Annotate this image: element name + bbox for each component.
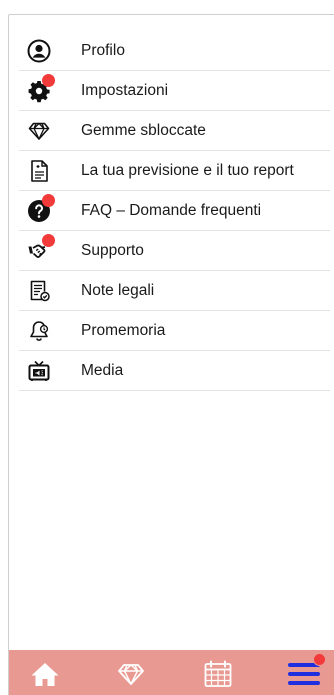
menu-item-promemoria[interactable]: Promemoria	[19, 311, 330, 351]
notification-badge	[313, 653, 326, 666]
question-circle-icon	[27, 194, 55, 223]
menu-item-label: Promemoria	[81, 322, 166, 339]
menu-item-label: Impostazioni	[81, 82, 169, 99]
menu-item-faq[interactable]: FAQ – Domande frequenti	[19, 191, 330, 231]
gem-icon	[27, 119, 51, 143]
calendar-icon	[204, 660, 232, 687]
menu-item-supporto[interactable]: Supporto	[19, 231, 330, 271]
bell-icon	[27, 319, 51, 343]
tab-home[interactable]	[29, 659, 61, 689]
menu-item-label: FAQ – Domande frequenti	[81, 202, 262, 219]
home-icon	[31, 663, 59, 686]
tab-gems[interactable]	[115, 659, 147, 689]
menu-item-label: Profilo	[81, 42, 125, 59]
menu-item-label: Note legali	[81, 282, 155, 299]
handshake-icon	[27, 234, 55, 263]
gear-icon	[27, 74, 55, 103]
menu-item-media[interactable]: Media	[19, 351, 330, 391]
menu-item-note-legali[interactable]: Note legali	[19, 271, 330, 311]
tv-icon	[27, 359, 51, 383]
menu-item-label: Media	[81, 362, 124, 379]
document-icon	[27, 159, 51, 183]
menu-item-label: La tua previsione e il tuo report	[81, 162, 294, 179]
menu-item-profilo[interactable]: Profilo	[19, 31, 330, 71]
bottom-tab-bar	[9, 650, 334, 695]
tab-calendar[interactable]	[202, 659, 234, 689]
user-circle-icon	[27, 39, 51, 63]
notification-badge	[42, 194, 55, 207]
tab-menu[interactable]	[288, 653, 326, 689]
menu-item-previsione-report[interactable]: La tua previsione e il tuo report	[19, 151, 330, 191]
notification-badge	[42, 74, 55, 87]
menu-item-gemme-sbloccate[interactable]: Gemme sbloccate	[19, 111, 330, 151]
menu-item-label: Gemme sbloccate	[81, 122, 206, 139]
menu-item-label: Supporto	[81, 242, 144, 259]
legal-document-icon	[27, 279, 51, 303]
menu-item-impostazioni[interactable]: Impostazioni	[19, 71, 330, 111]
side-menu: Profilo Impostazioni Gemme sbloccate La …	[19, 31, 330, 391]
gem-icon	[118, 664, 144, 685]
notification-badge	[42, 234, 55, 247]
